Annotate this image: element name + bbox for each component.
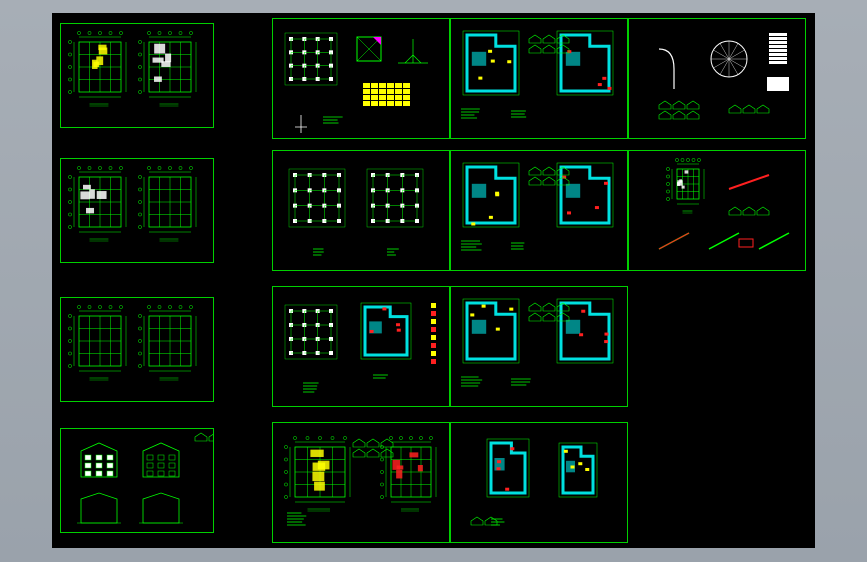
sheet-structure-3[interactable] [450,286,628,407]
sheet-drawing [461,30,614,119]
sheet-structure-1[interactable] [450,18,628,139]
sheet-drawing [461,298,614,387]
sheet-drawing [68,31,197,107]
sheet-column-grid-2[interactable] [272,286,450,407]
sheet-elevations[interactable] [60,428,214,533]
sheet-drawing [284,436,437,526]
sheet-structure-4[interactable] [450,422,628,543]
sheet-column-grid-1[interactable] [272,150,450,271]
sheet-drawing [284,302,436,393]
sheet-drawing [470,438,598,526]
sheet-rebar-plans[interactable] [272,422,450,543]
sheet-floor-plans-3[interactable] [60,297,214,402]
sheet-floor-plans-1[interactable] [60,23,214,128]
sheet-stair-details[interactable] [628,18,806,139]
sheet-foundation[interactable] [272,18,450,139]
drawing-canvas[interactable] [52,13,815,548]
sheet-details[interactable] [628,150,806,271]
sheet-drawing [658,33,789,120]
sheet-drawing [77,432,213,524]
sheet-drawing [68,166,197,242]
sheet-drawing [284,32,428,133]
sheet-structure-2[interactable] [450,150,628,271]
sheet-drawing [658,158,790,250]
sheet-floor-plans-2[interactable] [60,158,214,263]
sheet-drawing [68,305,197,381]
sheet-drawing [288,168,424,256]
sheet-drawing [461,162,614,251]
